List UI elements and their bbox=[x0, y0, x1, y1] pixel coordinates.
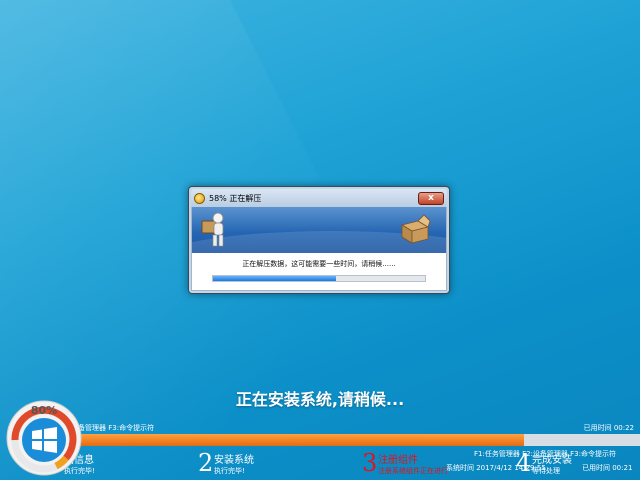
overall-progress-fill bbox=[60, 434, 524, 446]
system-time: 系统时间 2017/4/12 14:29:55 bbox=[446, 464, 546, 472]
windows-logo-badge: 80% bbox=[4, 398, 84, 478]
installing-message: 正在安装系统,请稍候... bbox=[235, 390, 405, 409]
extract-progress-fill bbox=[213, 276, 336, 281]
app-icon bbox=[194, 192, 205, 204]
dialog-title: 58% 正在解压 bbox=[209, 193, 262, 203]
elapsed-time-bottom: 已用时间 00:21 bbox=[582, 464, 633, 472]
step-status: 注册系统组件正在进行 bbox=[378, 467, 448, 475]
step-title: 注册组件 bbox=[378, 455, 418, 466]
extract-progress-bar bbox=[212, 275, 426, 282]
step-title: 安装系统 bbox=[214, 455, 254, 466]
step-status: 执行完毕! bbox=[214, 467, 245, 475]
dialog-banner bbox=[191, 207, 447, 253]
close-button[interactable]: x bbox=[418, 191, 444, 205]
elapsed-time-top: 已用时间 00:22 bbox=[583, 424, 634, 432]
overall-progress-bar bbox=[60, 434, 640, 446]
worker-carrying-box-icon bbox=[201, 212, 224, 247]
dialog-titlebar[interactable]: 58% 正在解压 x bbox=[191, 189, 447, 207]
hotkey-hints-bottom: F1:任务管理器 F2:设备管理器 F3:命令提示符 bbox=[474, 450, 616, 458]
dialog-body: 正在解压数据，这可能需要一些时间，请稍候...... bbox=[191, 253, 447, 291]
open-box-icon bbox=[400, 214, 431, 244]
extract-dialog: 58% 正在解压 x 正在解压数据，这可能需要一些时间，请稍候...... bbox=[188, 186, 450, 294]
logo-percent: 80% bbox=[30, 404, 58, 417]
step-number: 3 bbox=[362, 449, 378, 477]
hotkey-hints: 备管理器 F3:命令提示符 bbox=[78, 424, 155, 432]
top-status-line: 备管理器 F3:命令提示符 已用时间 00:22 bbox=[0, 420, 640, 434]
step-number: 2 bbox=[198, 449, 214, 477]
extract-status-text: 正在解压数据，这可能需要一些时间，请稍候...... bbox=[242, 260, 396, 268]
